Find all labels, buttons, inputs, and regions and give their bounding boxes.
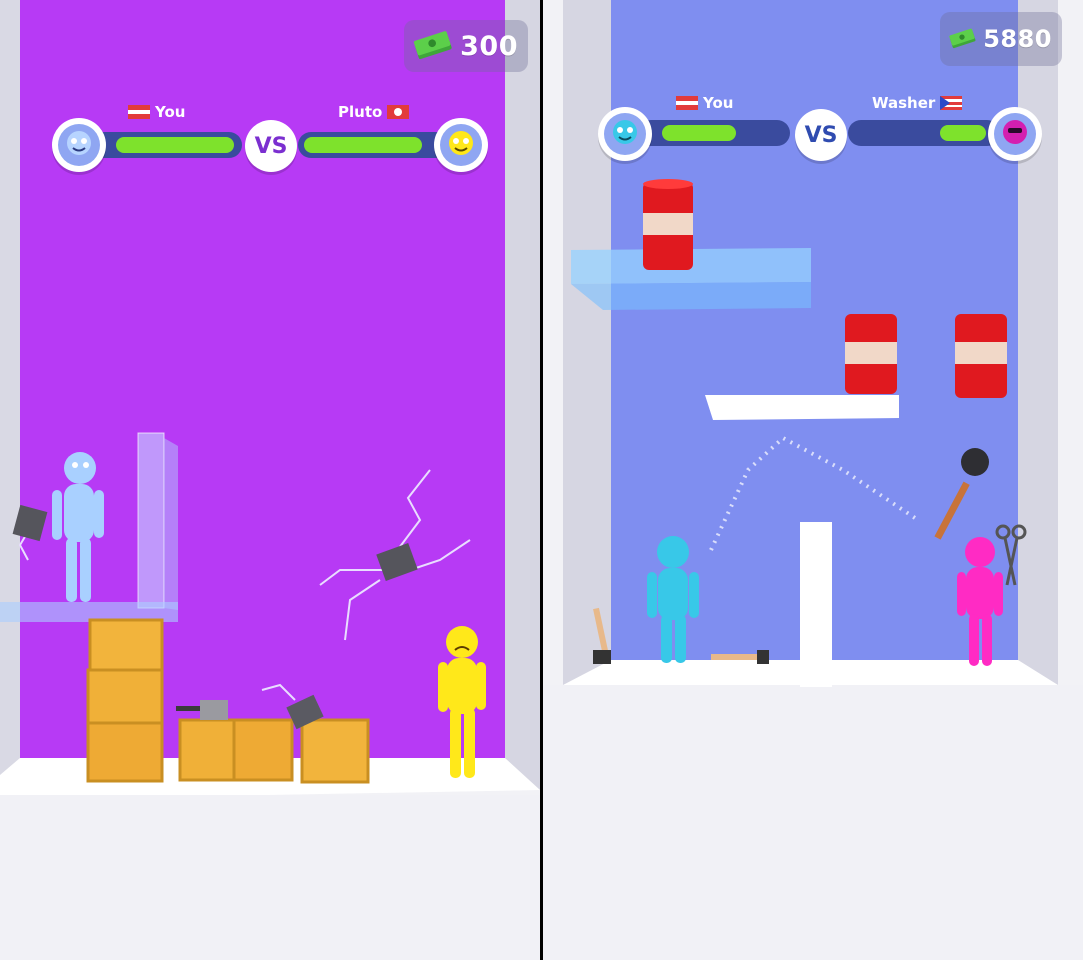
opponent-health-bar	[298, 132, 448, 158]
left-game-screen: 300 You Pluto VS	[0, 0, 540, 960]
opponent-health-fill	[940, 125, 986, 141]
versus-bar: You Pluto VS	[52, 100, 492, 180]
player-health-fill	[116, 137, 234, 153]
player-avatar	[52, 118, 106, 172]
player-face-icon	[604, 113, 646, 155]
crate	[178, 718, 238, 782]
barrel	[845, 314, 897, 394]
cash-counter: 300	[404, 20, 528, 72]
crate	[232, 718, 294, 782]
player-avatar	[598, 107, 652, 161]
opponent-health-bar	[848, 120, 1000, 146]
opponent-avatar	[434, 118, 488, 172]
player-name: You	[128, 103, 185, 121]
barrel	[643, 179, 693, 270]
cash-stack-icon	[413, 31, 452, 60]
player-health-fill	[662, 125, 736, 141]
player-face-icon	[58, 124, 100, 166]
flag-icon	[387, 105, 410, 119]
cash-counter: 5880	[940, 12, 1062, 66]
opponent-face-icon	[994, 113, 1036, 155]
center-pillar	[800, 522, 832, 687]
crate	[300, 718, 370, 784]
player-health-bar	[92, 132, 242, 158]
opponent-avatar	[988, 107, 1042, 161]
versus-bar: You Washer VS	[598, 90, 1046, 170]
player-health-bar	[638, 120, 790, 146]
white-shelf	[705, 395, 899, 420]
glass-wall	[137, 432, 165, 609]
right-game-screen: 5880 You Washer VS	[543, 0, 1083, 960]
cash-amount: 300	[460, 30, 518, 62]
cash-amount: 5880	[983, 25, 1052, 53]
cash-stack-icon	[949, 28, 976, 49]
opponent-name: Pluto	[338, 103, 410, 121]
opponent-name: Washer	[872, 94, 963, 112]
vs-badge: VS	[245, 120, 297, 172]
vs-badge: VS	[795, 109, 847, 161]
flag-icon	[676, 96, 698, 110]
opponent-face-icon	[440, 124, 482, 166]
player-name: You	[676, 94, 733, 112]
flag-icon	[128, 105, 150, 119]
opponent-health-fill	[304, 137, 422, 153]
barrel	[955, 314, 1007, 398]
flag-icon	[940, 96, 963, 110]
